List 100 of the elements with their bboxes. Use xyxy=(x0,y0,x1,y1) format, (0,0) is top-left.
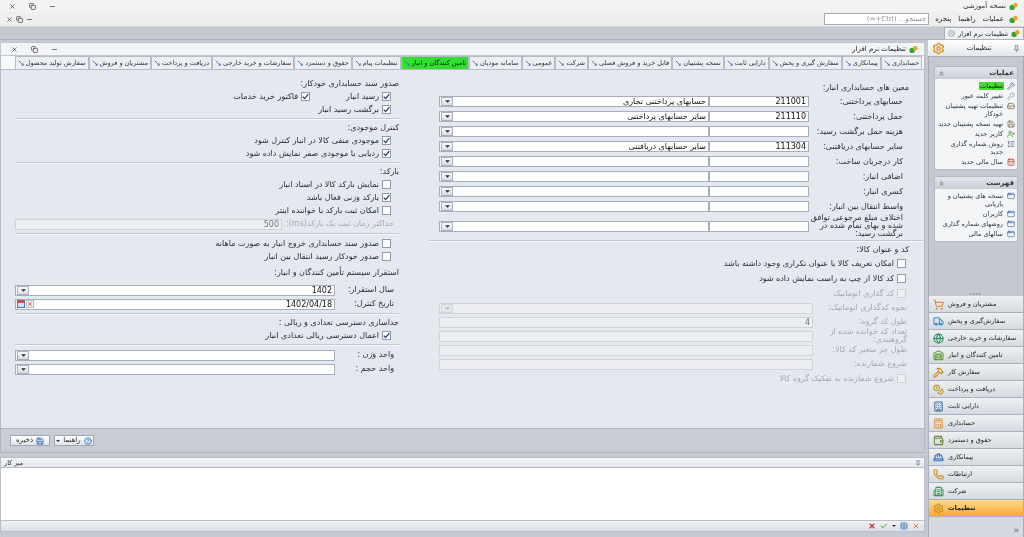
combo-box[interactable]: سایر حسابهای پرداختنی xyxy=(439,111,709,122)
combo-box[interactable]: سایر حسابهای دریافتنی xyxy=(439,141,709,152)
check-icon xyxy=(302,93,309,100)
field-label: کار درجریان ساخت: xyxy=(834,157,903,166)
section-heading: صدور سند حسابداری خودکار: xyxy=(300,79,399,89)
code-field[interactable] xyxy=(709,201,809,212)
table-icon[interactable] xyxy=(900,522,908,530)
warehouse-icon xyxy=(933,349,944,361)
check-icon[interactable] xyxy=(880,522,888,530)
checkbox-label: فاکتور خرید خدمات xyxy=(233,91,298,102)
arrow-icon xyxy=(726,60,733,66)
checkbox[interactable] xyxy=(897,259,906,268)
window-icon xyxy=(1007,192,1015,200)
checkbox-label: کد کالا از چپ به راست نمایش داده شود xyxy=(759,273,894,284)
code-field[interactable] xyxy=(709,156,809,167)
checkbox[interactable] xyxy=(382,180,391,189)
field-label: شروع شمارنده: xyxy=(852,360,907,368)
dropdown-button[interactable] xyxy=(441,172,453,181)
calendar-icon xyxy=(1007,158,1015,166)
close-icon[interactable] xyxy=(948,30,956,37)
arrow-icon xyxy=(472,60,478,66)
logo-icon xyxy=(909,44,918,54)
checkbox[interactable] xyxy=(382,206,391,215)
close-icon[interactable] xyxy=(11,45,18,53)
calendar-icon[interactable] xyxy=(17,300,25,308)
code-field[interactable]: 111304 xyxy=(709,141,809,152)
code-field[interactable] xyxy=(709,220,809,232)
code-field[interactable] xyxy=(709,186,809,197)
checkbox-label: صدور سند حسابداری خروج انبار به صورت ماهانه xyxy=(215,238,379,249)
dropdown-button[interactable] xyxy=(17,285,29,295)
dropdown-button[interactable] xyxy=(441,142,453,151)
dropdown-button[interactable] xyxy=(441,97,453,106)
dropdown-button[interactable] xyxy=(441,112,453,121)
code-field[interactable]: 211001 xyxy=(709,96,809,107)
restore-icon[interactable] xyxy=(31,45,38,53)
section-heading: استقرار سیستم تأمین کنندگان و انبار: xyxy=(274,268,399,278)
close-icon[interactable] xyxy=(9,2,16,10)
caret-icon[interactable] xyxy=(892,525,896,527)
arrow-icon xyxy=(558,60,565,66)
caret-icon xyxy=(444,190,450,193)
dropdown-button[interactable] xyxy=(441,127,453,136)
gear-icon xyxy=(933,502,944,514)
check-icon xyxy=(383,194,390,201)
gear-icon xyxy=(932,41,945,55)
dropdown-button[interactable] xyxy=(17,364,29,374)
arrow-icon xyxy=(883,60,890,66)
restore-icon[interactable] xyxy=(29,2,36,10)
combo-box[interactable]: حسابهای پرداختنی تجاری xyxy=(439,96,709,107)
checkbox[interactable] xyxy=(382,92,391,101)
clear-icon[interactable] xyxy=(26,300,34,308)
window-icon xyxy=(1007,230,1015,238)
floppy-icon xyxy=(36,436,45,445)
code-field[interactable] xyxy=(709,126,809,137)
pin-icon[interactable] xyxy=(1013,44,1020,52)
hard-hat-icon xyxy=(933,451,944,463)
checkbox-label: ردیابی با موجودی صفر نمایش داده شود xyxy=(245,148,379,159)
checkbox[interactable] xyxy=(301,92,310,101)
collapse-icon[interactable] xyxy=(938,69,945,77)
arrow-icon xyxy=(17,60,24,66)
wallet-icon xyxy=(933,434,944,446)
close-icon[interactable] xyxy=(6,15,13,23)
arrow-icon xyxy=(403,60,410,66)
globe-icon xyxy=(933,332,944,344)
dropdown-button[interactable] xyxy=(441,221,453,231)
grip-icon[interactable] xyxy=(970,292,982,295)
caret-icon xyxy=(20,288,26,292)
checkbox-label: برگشت رسید انبار xyxy=(318,104,379,115)
checkbox-label: شروع شمارنده به تفکیک گروه کالا xyxy=(779,373,894,384)
date-field[interactable]: 1402/04/18 xyxy=(15,298,335,310)
floppy-icon xyxy=(1007,120,1015,128)
restore-icon[interactable] xyxy=(16,15,23,23)
checkbox[interactable] xyxy=(382,193,391,202)
field-label: سایر حسابهای دریافتنی: xyxy=(821,142,903,151)
caret-icon xyxy=(20,367,26,371)
dropdown-button[interactable] xyxy=(17,350,29,360)
wrench-icon xyxy=(1007,82,1015,90)
dropdown-button[interactable] xyxy=(441,157,453,166)
checkbox[interactable] xyxy=(382,136,391,145)
pin-icon[interactable] xyxy=(915,459,921,466)
collapse-icon[interactable] xyxy=(938,179,945,187)
combo-box[interactable]: 1402 xyxy=(15,284,335,296)
code-field[interactable] xyxy=(709,171,809,182)
field-label: حسابهای پرداختنی: xyxy=(838,97,903,106)
checkbox[interactable] xyxy=(382,239,391,248)
code-field[interactable]: 211110 xyxy=(709,111,809,122)
checkbox[interactable] xyxy=(382,252,391,261)
dropdown-button[interactable] xyxy=(441,202,453,211)
checkbox[interactable] xyxy=(382,331,391,340)
checkbox[interactable] xyxy=(382,149,391,158)
close-icon[interactable] xyxy=(912,522,920,530)
checkbox[interactable] xyxy=(382,105,391,114)
dropdown-button[interactable] xyxy=(441,187,453,196)
truck-icon xyxy=(933,315,944,327)
chevrons-icon[interactable] xyxy=(1013,527,1020,534)
checkbox[interactable] xyxy=(897,274,906,283)
arrow-icon xyxy=(354,60,361,66)
arrow-icon xyxy=(524,60,531,66)
cross-icon[interactable] xyxy=(868,522,876,530)
arrow-icon xyxy=(844,60,851,66)
section-heading: معین های حسابداری انبار: xyxy=(822,83,909,93)
